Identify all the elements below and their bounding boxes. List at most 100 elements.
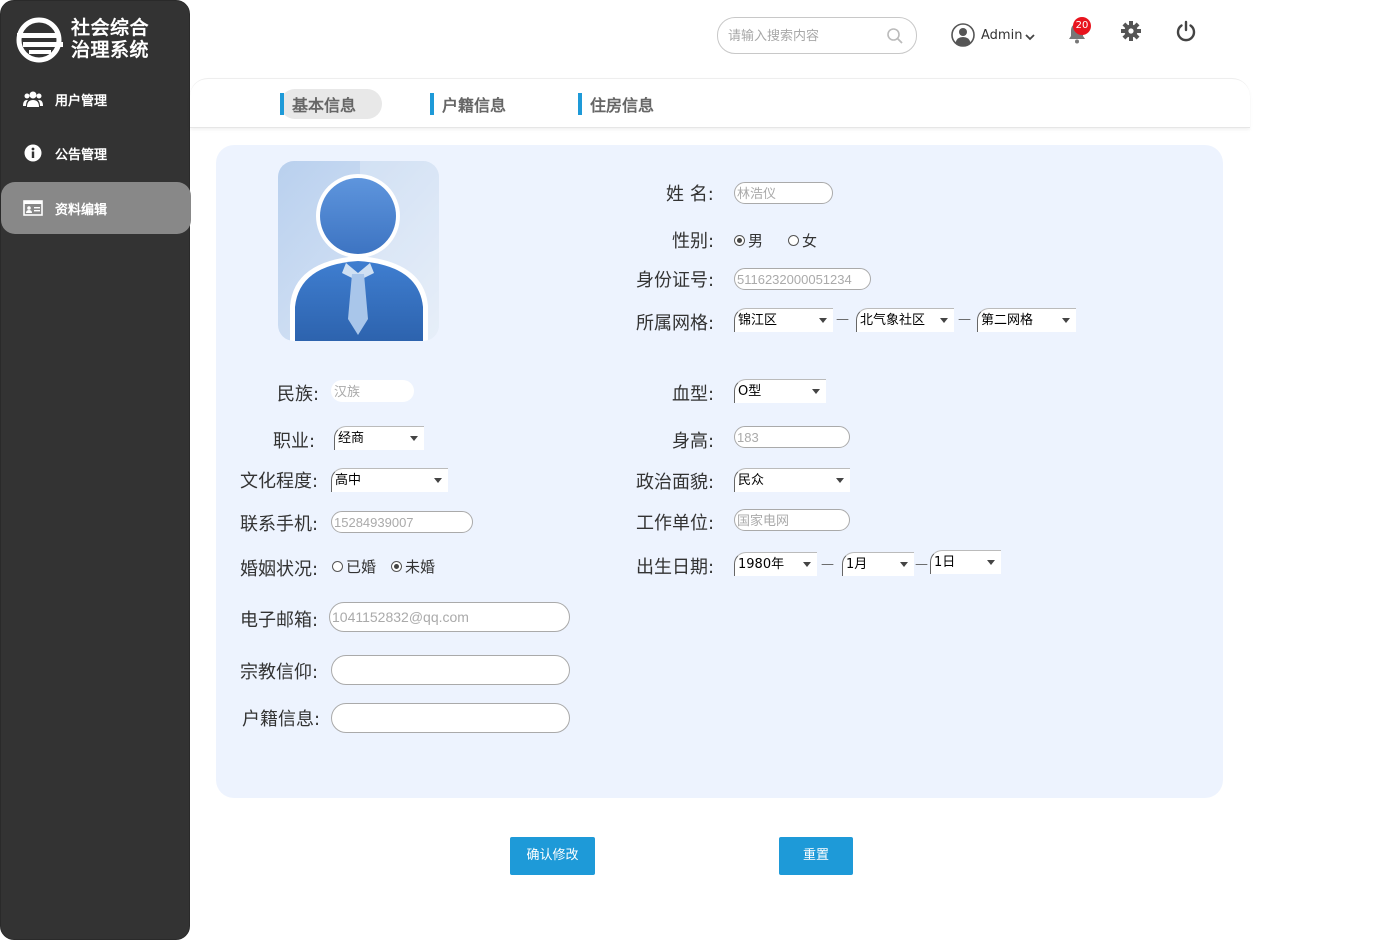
gender-female-label: 女 [802,232,818,250]
gender-female-radio[interactable]: 女 [788,230,817,251]
profile-form-panel: 姓 名: 性别: 男 女 身份证号: 所属网格: 锦江区 — 北气象社区 — 第… [216,145,1223,798]
birth-month-select[interactable]: 1月 [842,552,914,576]
tab-household-info[interactable]: 户籍信息 [430,89,506,119]
marital-single-label: 未婚 [405,558,436,576]
tab-indicator [430,93,434,115]
tab-bar: 基本信息 户籍信息 住房信息 [190,78,1250,128]
sidebar-item-announcements[interactable]: 公告管理 [1,127,191,179]
religion-label: 宗教信仰: [240,662,319,683]
ethnicity-label: 民族: [277,384,320,405]
username: Admin [981,27,1023,43]
dropdown-arrow-icon [819,318,827,323]
occupation-select[interactable]: 经商 [334,426,424,450]
separator-dash: — [915,557,928,572]
tab-label: 户籍信息 [442,96,507,115]
select-value: 第二网格 [981,313,1034,328]
app-title-line1: 社会综合 [71,17,150,39]
dropdown-arrow-icon [1062,318,1070,323]
select-value: O型 [738,384,762,399]
app-title: 社会综合 治理系统 [71,17,149,61]
search-icon[interactable] [886,27,904,45]
select-value: 1980年 [738,557,785,572]
id-number-label: 身份证号: [636,270,715,291]
radio-dot [332,561,343,572]
gear-icon[interactable] [1120,20,1142,42]
grid-cell-select[interactable]: 第二网格 [977,308,1076,332]
political-status-select[interactable]: 民众 [734,468,850,492]
tab-label: 基本信息 [292,96,357,115]
search-box [717,17,917,54]
confirm-edit-button[interactable]: 确认修改 [510,837,595,875]
radio-dot [788,235,799,246]
workplace-field[interactable] [734,509,850,531]
app-title-line2: 治理系统 [71,39,150,61]
sidebar: 社会综合 治理系统 用户管理 公告管理 资料编辑 [0,0,191,940]
tab-housing-info[interactable]: 住房信息 [578,89,654,119]
household-label: 户籍信息: [242,709,321,730]
select-value: 民众 [738,473,765,488]
sidebar-item-label: 用户管理 [55,93,108,109]
separator-dash: — [821,557,834,572]
name-label: 姓 名: [666,184,714,205]
grid-label: 所属网格: [636,313,715,334]
tab-indicator [280,93,284,115]
separator-dash: — [958,312,971,327]
grid-community-select[interactable]: 北气象社区 [856,308,954,332]
email-field[interactable] [329,602,570,632]
notification-badge: 20 [1073,17,1091,35]
phone-label: 联系手机: [240,514,319,535]
gender-male-radio[interactable]: 男 [734,230,763,251]
user-menu[interactable]: Admin [951,22,1036,48]
grid-district-select[interactable]: 锦江区 [734,308,833,332]
search-input[interactable] [728,25,878,47]
tab-basic-info[interactable]: 基本信息 [280,89,383,119]
dropdown-arrow-icon [900,562,908,567]
birth-year-select[interactable]: 1980年 [734,552,817,576]
marital-married-label: 已婚 [346,558,377,576]
reset-button[interactable]: 重置 [779,837,853,875]
select-value: 北气象社区 [860,313,926,328]
users-icon [23,89,43,109]
religion-field[interactable] [331,655,570,685]
dropdown-arrow-icon [434,478,442,483]
radio-dot [734,235,745,246]
app-logo: 社会综合 治理系统 [15,15,185,65]
occupation-label: 职业: [273,431,316,452]
id-number-field[interactable] [734,268,871,290]
ethnicity-field[interactable] [331,380,414,402]
radio-dot [391,561,402,572]
education-select[interactable]: 高中 [331,468,448,492]
household-field[interactable] [331,703,570,733]
user-avatar-icon [951,23,975,47]
height-field[interactable] [734,426,850,448]
id-card-icon [23,198,43,218]
separator-dash: — [836,312,849,327]
select-value: 1月 [846,557,868,572]
marital-married-radio[interactable]: 已婚 [332,556,376,577]
tab-label: 住房信息 [590,96,655,115]
blood-type-select[interactable]: O型 [734,379,826,403]
height-label: 身高: [672,431,715,452]
name-field[interactable] [734,182,833,204]
marital-single-radio[interactable]: 未婚 [391,556,435,577]
select-value: 高中 [335,473,362,488]
gender-male-label: 男 [748,232,764,250]
select-value: 锦江区 [738,313,778,328]
birth-date-label: 出生日期: [636,557,715,578]
birth-day-select[interactable]: 1日 [930,550,1001,574]
dropdown-arrow-icon [836,478,844,483]
power-icon[interactable] [1175,20,1197,42]
marital-status-label: 婚姻状况: [240,559,319,580]
dropdown-arrow-icon [812,389,820,394]
tab-indicator [578,93,582,115]
select-value: 经商 [338,431,365,446]
profile-photo[interactable] [278,161,439,341]
dropdown-arrow-icon [940,318,948,323]
dropdown-arrow-icon [410,436,418,441]
logo-icon [16,17,63,63]
sidebar-item-user-management[interactable]: 用户管理 [1,73,191,125]
blood-type-label: 血型: [672,384,715,405]
dropdown-arrow-icon [987,560,995,565]
phone-field[interactable] [331,511,473,533]
sidebar-item-profile-edit[interactable]: 资料编辑 [1,182,191,234]
